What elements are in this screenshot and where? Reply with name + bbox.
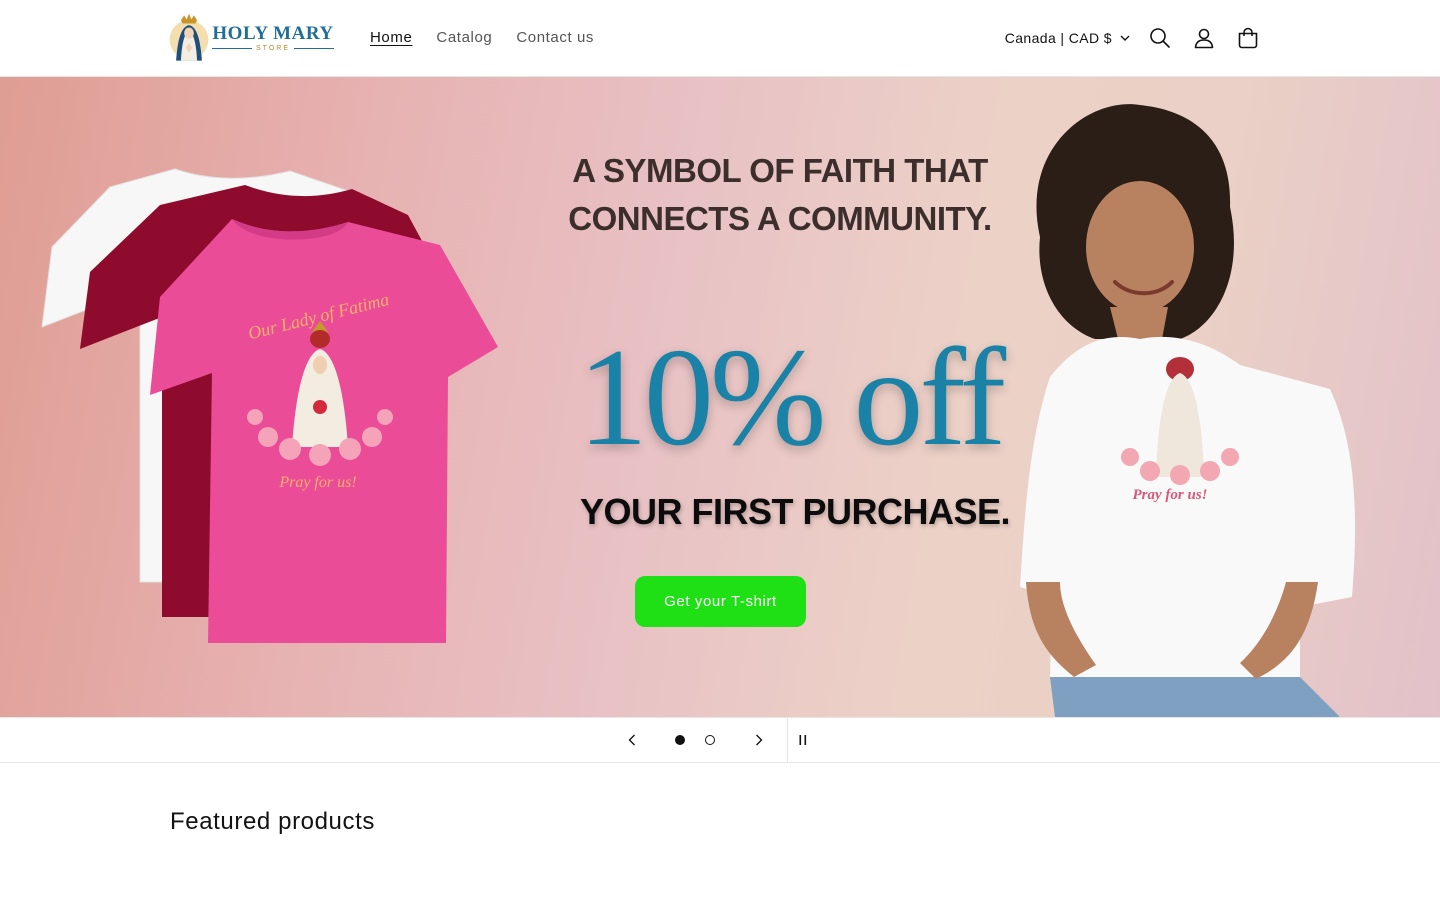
next-slide-button[interactable] (737, 718, 781, 762)
hero-headline-line1: A SYMBOL OF FAITH THAT (572, 152, 988, 189)
slide-dot-2[interactable] (695, 718, 725, 762)
nav-home[interactable]: Home (358, 22, 424, 54)
chevron-left-icon (628, 734, 635, 746)
account-button[interactable] (1182, 16, 1226, 60)
account-icon (1194, 28, 1214, 49)
search-icon (1150, 28, 1170, 48)
model-shirt-print-text: Pray for us! (1132, 487, 1207, 503)
search-button[interactable] (1138, 16, 1182, 60)
store-logo[interactable]: HOLY MARY STORE (168, 6, 334, 70)
shirt-print-bottom-text: Pray for us! (278, 474, 356, 491)
hero-subline: YOUR FIRST PURCHASE. (579, 491, 1011, 532)
featured-products-heading: Featured products (170, 808, 375, 835)
hero-headline: A SYMBOL OF FAITH THAT CONNECTS A COMMUN… (540, 147, 1020, 243)
cart-button[interactable] (1226, 16, 1270, 60)
inactive-dot-icon (705, 735, 715, 745)
pause-icon (799, 735, 807, 745)
active-dot-icon (675, 735, 685, 745)
logo-wordmark: HOLY MARY STORE (212, 22, 334, 53)
country-currency-selector[interactable]: Canada | CAD $ (1005, 30, 1130, 46)
virgin-mary-logo-icon (169, 13, 209, 61)
slide-dot-1[interactable] (665, 718, 695, 762)
chevron-right-icon (756, 734, 763, 746)
get-tshirt-button[interactable]: Get your T-shirt (635, 576, 806, 627)
chevron-down-icon (1120, 35, 1130, 41)
nav-catalog[interactable]: Catalog (424, 22, 504, 54)
hero-discount: 10% off (577, 320, 1006, 475)
main-nav: Home Catalog Contact us (358, 22, 606, 54)
hero-slideshow: Our Lady of Fatima Pray for us! Pray for… (0, 77, 1440, 717)
slideshow-controls (0, 717, 1440, 763)
locale-label: Canada | CAD $ (1004, 30, 1112, 46)
hero-headline-line2: CONNECTS A COMMUNITY. (568, 200, 992, 237)
nav-contact[interactable]: Contact us (504, 22, 606, 54)
brand-name: HOLY MARY (212, 22, 334, 44)
site-header: HOLY MARY STORE Home Catalog Contact us … (0, 0, 1440, 77)
pause-slideshow-button[interactable] (788, 718, 818, 762)
previous-slide-button[interactable] (610, 718, 654, 762)
cart-icon (1238, 27, 1258, 49)
brand-tagline: STORE (212, 44, 334, 53)
header-actions: Canada | CAD $ (1005, 16, 1270, 60)
